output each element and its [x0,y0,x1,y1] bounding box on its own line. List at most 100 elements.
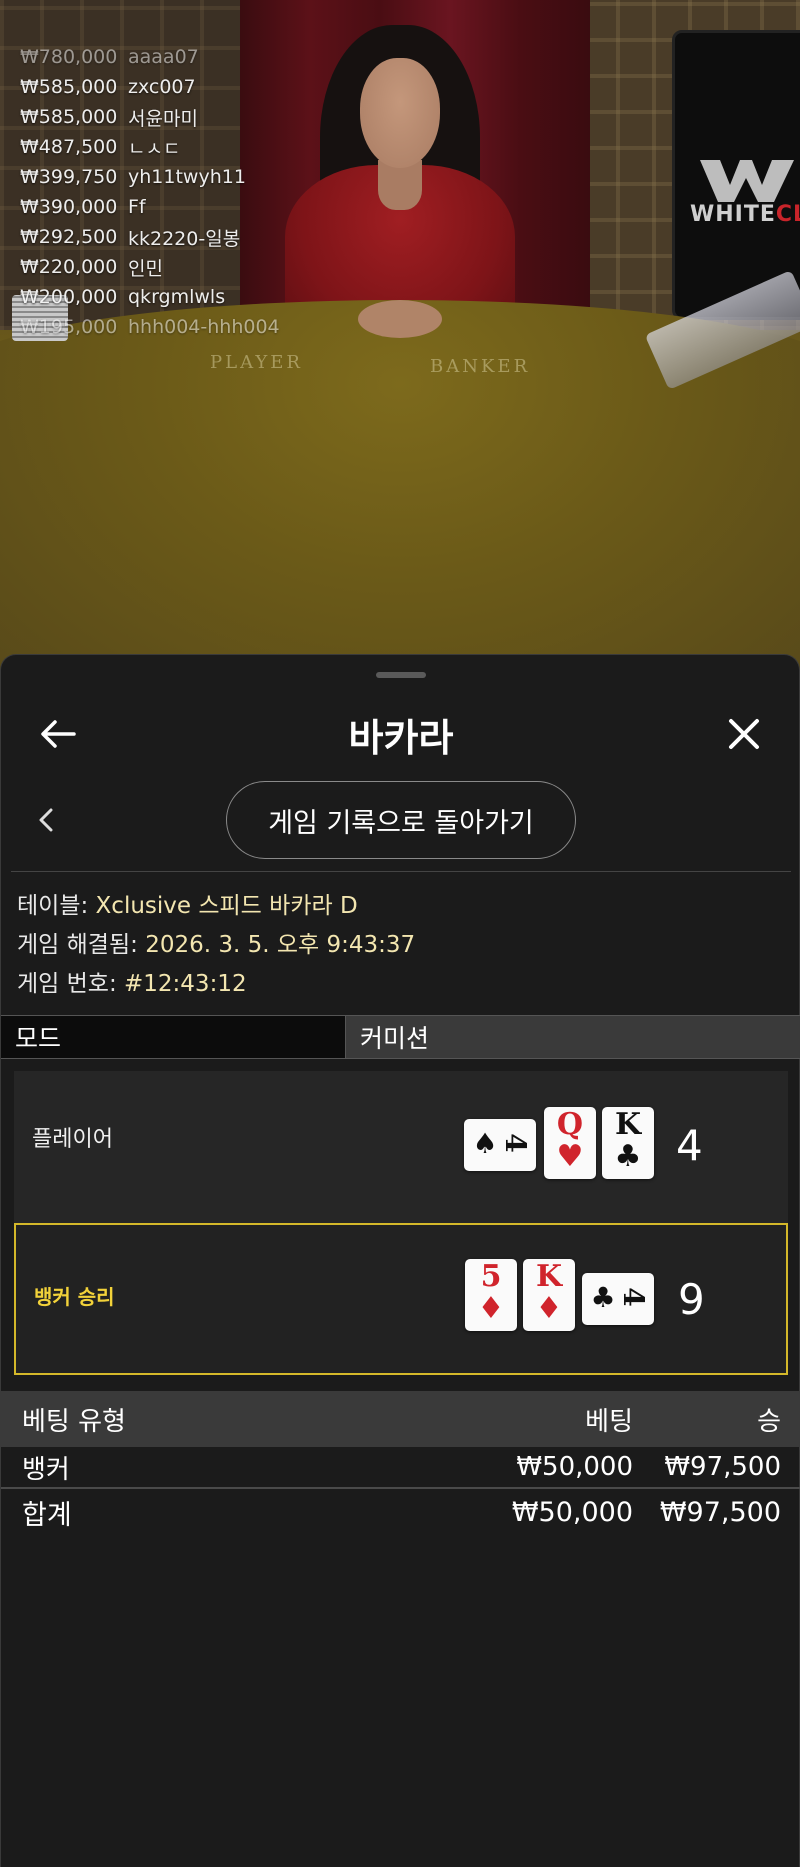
playing-card: K ♦ [523,1259,575,1331]
felt-label-banker: BANKER [430,356,531,377]
bets-total-row: 합계 ₩50,000 ₩97,500 [1,1489,800,1535]
leaderboard-amount: ₩292,500 [20,226,118,248]
club-icon: ♣ [614,1139,642,1174]
total-label: 합계 [22,1499,72,1531]
bet-amount-cell: ₩50,000 [516,1452,633,1482]
dealer-face [360,58,440,168]
return-to-history-button[interactable]: 게임 기록으로 돌아가기 [226,781,576,859]
leaderboard-amount: ₩780,000 [20,46,118,68]
table-info-line: 테이블: Xclusive 스피드 바카라 D [17,887,415,926]
player-hand: 플레이어 4 ♠ Q ♥ K ♣ 4 [14,1071,788,1223]
live-video-stream: WHITECLIFF PLAYER BANKER ₩780,000 aaaa07 … [0,0,800,700]
leaderboard-row: ₩487,500 ㄴㅅㄷ [20,132,280,162]
diamond-icon: ♦ [535,1291,563,1326]
column-bet-type: 베팅 유형 [22,1406,126,1437]
heart-icon: ♥ [556,1139,584,1174]
leaderboard-row: ₩292,500 kk2220-일봉 [20,222,280,252]
leaderboard-row: ₩195,000 hhh004-hhh004 [20,312,280,342]
leaderboard-amount: ₩195,000 [20,316,118,338]
brand-white: WHITE [690,202,776,227]
game-info: 테이블: Xclusive 스피드 바카라 D 게임 해결됨: 2026. 3.… [17,887,415,1004]
close-button[interactable] [719,709,769,759]
bets-table-header: 베팅 유형 베팅 승 [1,1391,800,1447]
sheet-header: 바카라 [1,695,800,765]
sheet-drag-handle[interactable] [376,672,426,678]
banker-hand: 뱅커 승리 5 ♦ K ♦ 4 ♣ 9 [14,1223,788,1375]
leaderboard-row: ₩585,000 zxc007 [20,72,280,102]
card-rank: Q [556,1107,584,1142]
diamond-icon: ♦ [477,1291,505,1326]
monitor-brand-text: WHITECLIFF [690,202,800,227]
playing-card: 4 ♣ [582,1273,654,1325]
game-history-sheet: 바카라 게임 기록으로 돌아가기 테이블: Xclusive 스피드 바카라 D… [0,654,800,1867]
playing-card: K ♣ [602,1107,654,1179]
leaderboard-user: 인민 [128,257,163,280]
bet-type-cell: 뱅커 [22,1454,70,1485]
spade-icon: ♠ [472,1127,498,1160]
tab-commission[interactable]: 커미션 [346,1016,800,1058]
dealer-hands [358,300,442,338]
tab-mode[interactable]: 모드 [1,1016,346,1058]
table-row: 뱅커 ₩50,000 ₩97,500 [1,1447,800,1489]
leaderboard-user: aaaa07 [128,46,199,68]
resolved-value: 2026. 3. 5. 오후 9:43:37 [145,932,416,958]
player-score: 4 [676,1121,703,1170]
leaderboard-row: ₩585,000 서윤마미 [20,102,280,132]
previous-game-button[interactable] [21,795,71,845]
game-number-value: #12:43:12 [124,971,247,997]
leaderboard-user: zxc007 [128,76,196,98]
whitecliff-logo-icon [700,160,794,202]
leaderboard-user: ㄴㅅㄷ [128,137,181,160]
leaderboard-user: yh11twyh11 [128,166,246,188]
leaderboard-amount: ₩487,500 [20,136,118,158]
leaderboard-row: ₩780,000 aaaa07 [20,42,280,72]
leaderboard-row: ₩200,000 qkrgmlwls [20,282,280,312]
mode-tabs: 모드 커미션 [1,1015,800,1059]
leaderboard-amount: ₩585,000 [20,76,118,98]
leaderboard-user: hhh004-hhh004 [128,316,280,338]
win-amount-cell: ₩97,500 [664,1452,781,1482]
chevron-left-icon [39,808,53,832]
leaderboard-user: kk2220-일봉 [128,227,241,250]
brand-red: CLIFF [775,202,800,227]
leaderboard-row: ₩399,750 yh11twyh11 [20,162,280,192]
felt-label-player: PLAYER [210,352,303,373]
game-number-label: 게임 번호: [17,971,117,997]
leaderboard-row: ₩390,000 Ff [20,192,280,222]
bets-table: 베팅 유형 베팅 승 뱅커 ₩50,000 ₩97,500 합계 ₩50,000… [1,1391,800,1535]
resolved-info-line: 게임 해결됨: 2026. 3. 5. 오후 9:43:37 [17,926,415,965]
resolved-label: 게임 해결됨: [17,932,138,958]
sheet-title: 바카라 [348,716,454,760]
history-nav-row: 게임 기록으로 돌아가기 [1,781,800,861]
card-rank: 4 [617,1287,650,1307]
column-bet: 베팅 [585,1406,633,1437]
winners-leaderboard: ₩780,000 aaaa07 ₩585,000 zxc007 ₩585,000 서윤… [20,42,280,342]
banker-score: 9 [678,1275,705,1324]
leaderboard-amount: ₩585,000 [20,106,118,128]
game-number-line: 게임 번호: #12:43:12 [17,965,415,1004]
card-rank: K [535,1259,563,1294]
club-icon: ♣ [590,1281,616,1314]
playing-card: Q ♥ [544,1107,596,1179]
leaderboard-row: ₩220,000 인민 [20,252,280,282]
leaderboard-amount: ₩399,750 [20,166,118,188]
table-label: 테이블: [17,893,89,919]
total-win: ₩97,500 [659,1496,781,1528]
leaderboard-amount: ₩390,000 [20,196,118,218]
table-value: Xclusive 스피드 바카라 D [95,893,358,919]
close-icon [729,719,759,749]
card-rank: K [614,1107,642,1142]
leaderboard-user: 서윤마미 [128,107,198,130]
card-rank: 4 [499,1133,532,1153]
leaderboard-amount: ₩200,000 [20,286,118,308]
player-label: 플레이어 [32,1127,113,1152]
card-rank: 5 [480,1259,502,1294]
playing-card: 5 ♦ [465,1259,517,1331]
column-win: 승 [757,1406,781,1437]
banker-win-label: 뱅커 승리 [34,1285,115,1309]
leaderboard-user: qkrgmlwls [128,286,226,308]
divider [11,871,791,872]
total-bet: ₩50,000 [511,1496,633,1528]
leaderboard-user: Ff [128,196,146,218]
playing-card: 4 ♠ [464,1119,536,1171]
